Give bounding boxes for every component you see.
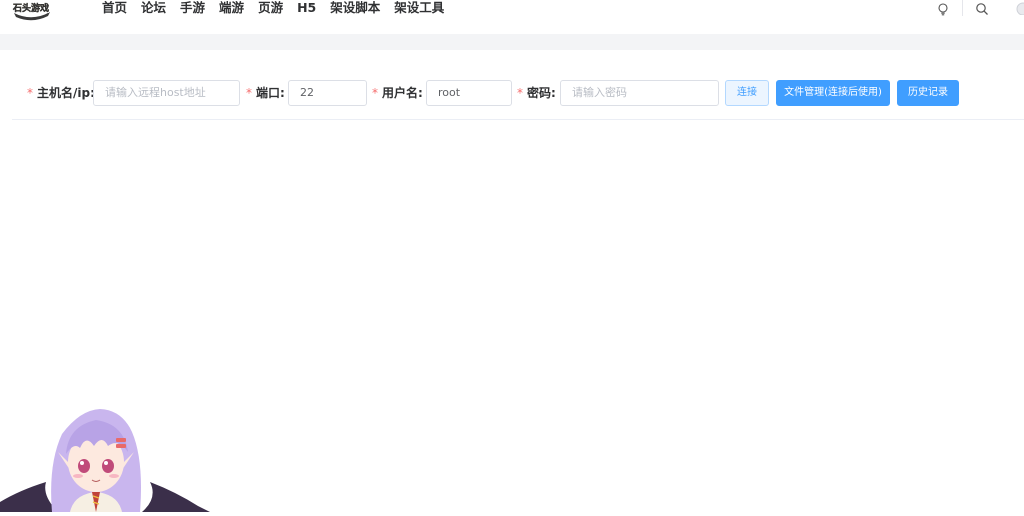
header-band xyxy=(0,34,1024,50)
host-label: * 主机名/ip: xyxy=(27,86,95,100)
password-label: * 密码: xyxy=(517,86,556,100)
form-divider xyxy=(12,119,1024,120)
nav-item-home[interactable]: 首页 xyxy=(102,0,127,18)
icon-divider xyxy=(962,0,963,16)
password-input[interactable] xyxy=(560,80,719,106)
history-button[interactable]: 历史记录 xyxy=(897,80,959,106)
connect-button[interactable]: 连接 xyxy=(725,80,769,106)
port-input[interactable] xyxy=(288,80,367,106)
svg-text:石头游戏: 石头游戏 xyxy=(12,2,49,14)
nav-item-pc-games[interactable]: 端游 xyxy=(219,0,244,18)
site-logo[interactable]: 石头游戏 xyxy=(12,0,52,22)
search-icon[interactable] xyxy=(975,1,989,15)
port-label: * 端口: xyxy=(246,86,285,100)
nav-item-h5[interactable]: H5 xyxy=(297,0,316,18)
ssh-connect-form: *主机名/ip: *端口: *用户名: *密码: 连接 文件管理(连接后使用) … xyxy=(0,80,1024,108)
nav-item-web-games[interactable]: 页游 xyxy=(258,0,283,18)
file-manager-button[interactable]: 文件管理(连接后使用) xyxy=(776,80,890,106)
username-label: * 用户名: xyxy=(372,86,423,100)
mascot-image xyxy=(0,404,210,512)
nav-item-forum[interactable]: 论坛 xyxy=(141,0,166,18)
username-input[interactable] xyxy=(426,80,512,106)
nav-item-setup-tools[interactable]: 架设工具 xyxy=(394,0,444,18)
nav-item-setup-scripts[interactable]: 架设脚本 xyxy=(330,0,380,18)
avatar[interactable] xyxy=(1016,1,1024,15)
main-nav: 首页 论坛 手游 端游 页游 H5 架设脚本 架设工具 xyxy=(102,0,458,18)
nav-item-mobile-games[interactable]: 手游 xyxy=(180,0,205,18)
host-input[interactable] xyxy=(93,80,240,106)
top-navbar: 石头游戏 首页 论坛 手游 端游 页游 H5 架设脚本 架设工具 xyxy=(0,0,1024,34)
bulb-icon[interactable] xyxy=(936,1,950,16)
